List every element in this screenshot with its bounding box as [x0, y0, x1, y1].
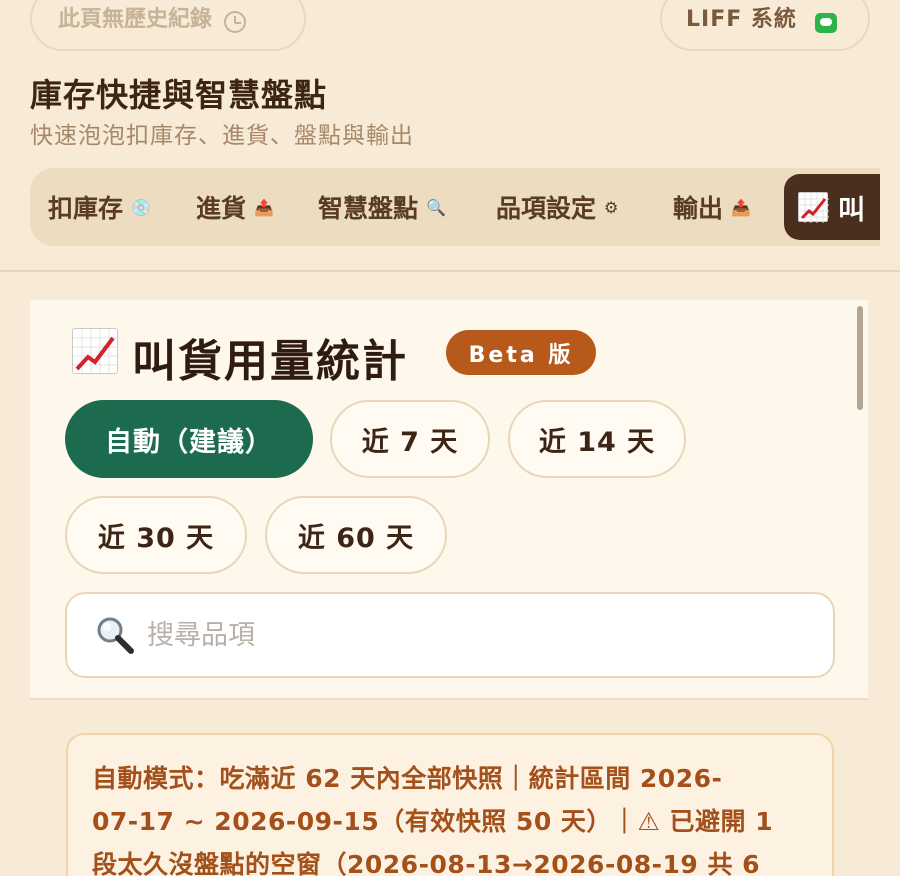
tab-bar[interactable]: 扣庫存 💿 進貨 📤 智慧盤點 🔍 品項設定 ⚙ 輸出 📤 叫: [30, 168, 880, 246]
info-line: 07-17 ~ 2026-09-15（有效快照 50 天）｜⚠ 已避開 1: [92, 807, 774, 836]
stats-title: 叫貨用量統計: [132, 336, 408, 387]
info-line: 段太久沒盤點的空窗（2026-08-13→2026-08-19 共 6: [92, 850, 761, 876]
disc-icon: 💿: [131, 197, 151, 217]
search-input[interactable]: [147, 619, 787, 651]
liff-system-button[interactable]: LIFF 系統: [660, 0, 870, 51]
magnifier-icon: 🔍: [426, 197, 446, 217]
tab-deduct-stock[interactable]: 扣庫存 💿: [48, 168, 151, 246]
tab-label: 叫: [838, 194, 865, 226]
chart-increasing-icon: [798, 192, 829, 223]
range-60-days-button[interactable]: 近 60 天: [265, 496, 447, 574]
tab-item-settings[interactable]: 品項設定 ⚙: [496, 168, 618, 246]
tab-smart-inventory[interactable]: 智慧盤點 🔍: [318, 168, 446, 246]
tab-restock[interactable]: 進貨 📤: [196, 168, 274, 246]
tab-order-stats[interactable]: 叫: [784, 174, 880, 240]
scrollbar[interactable]: [857, 306, 863, 410]
divider: [0, 270, 900, 272]
tab-label: 扣庫存: [48, 194, 124, 223]
tab-label: 進貨: [196, 194, 247, 223]
tab-label: 品項設定: [496, 194, 597, 223]
auto-mode-info: 自動模式：吃滿近 62 天內全部快照｜統計區間 2026- 07-17 ~ 20…: [66, 733, 834, 876]
liff-label: LIFF 系統: [686, 7, 797, 32]
chat-icon: [814, 13, 837, 33]
page-title: 庫存快捷與智慧盤點: [30, 76, 328, 114]
page: 此頁無歷史紀錄 LIFF 系統 庫存快捷與智慧盤點 快速泡泡扣庫存、進貨、盤點與…: [0, 0, 900, 876]
package-icon: 📤: [254, 197, 274, 217]
info-line: 自動模式：吃滿近 62 天內全部快照｜統計區間 2026-: [92, 764, 723, 793]
range-30-days-button[interactable]: 近 30 天: [65, 496, 247, 574]
tab-label: 輸出: [673, 194, 724, 223]
tab-export[interactable]: 輸出 📤: [673, 168, 751, 246]
gear-icon: ⚙: [604, 197, 619, 217]
page-subtitle: 快速泡泡扣庫存、進貨、盤點與輸出: [30, 123, 414, 149]
range-auto-button[interactable]: 自動（建議）: [65, 400, 313, 478]
tab-label: 智慧盤點: [318, 194, 419, 223]
upload-icon: 📤: [731, 197, 751, 217]
range-7-days-button[interactable]: 近 7 天: [330, 400, 490, 478]
search-box[interactable]: [65, 592, 835, 678]
range-14-days-button[interactable]: 近 14 天: [508, 400, 686, 478]
history-status-pill: 此頁無歷史紀錄: [30, 0, 306, 51]
history-label: 此頁無歷史紀錄: [58, 7, 213, 32]
clock-icon: [224, 11, 247, 33]
beta-badge: Beta 版: [446, 330, 596, 375]
chart-increasing-icon: [72, 328, 119, 375]
search-icon: [97, 617, 134, 654]
